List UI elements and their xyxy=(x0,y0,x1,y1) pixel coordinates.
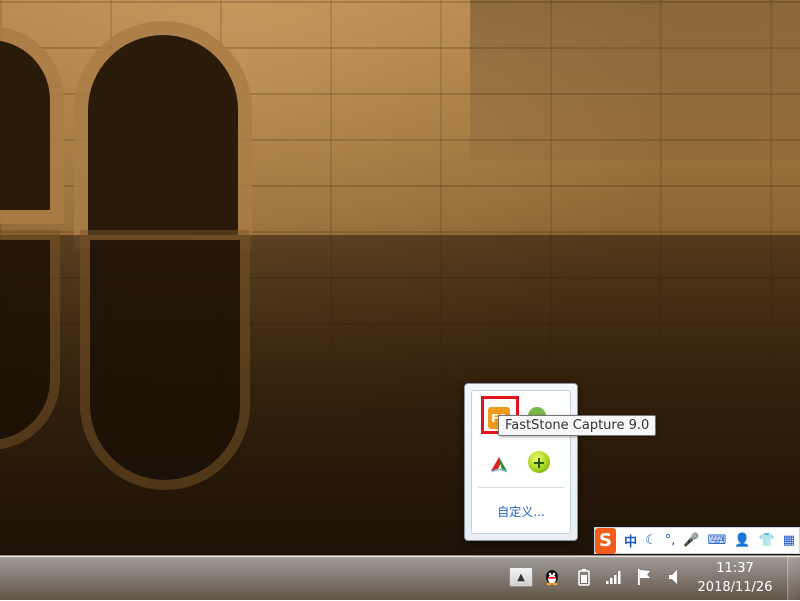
action-center-flag-icon[interactable] xyxy=(635,568,653,586)
desktop-wallpaper xyxy=(0,0,800,555)
network-signal-icon[interactable] xyxy=(605,568,623,586)
system-clock[interactable]: 11:37 2018/11/26 xyxy=(690,559,780,597)
plus-360-icon[interactable]: + xyxy=(528,451,550,473)
ime-mode-chinese[interactable]: 中 xyxy=(624,531,637,550)
show-desktop-button[interactable] xyxy=(787,556,800,601)
sogou-logo-icon[interactable]: S xyxy=(595,527,617,554)
microphone-icon[interactable]: 🎤 xyxy=(683,533,699,548)
half-width-moon-icon[interactable]: ☾ xyxy=(645,533,657,548)
ime-status-bar[interactable]: S 中 ☾ °, 🎤 ⌨ 👤 👕 ▦ xyxy=(594,527,800,554)
battery-plug-icon[interactable] xyxy=(575,568,593,586)
bridge-deck xyxy=(470,0,800,160)
toolbox-icon[interactable]: ▦ xyxy=(783,533,795,548)
punctuation-icon[interactable]: °, xyxy=(665,533,676,548)
skin-shirt-icon[interactable]: 👕 xyxy=(759,533,775,548)
clock-date: 2018/11/26 xyxy=(697,580,773,595)
popup-divider xyxy=(478,487,564,488)
volume-speaker-icon[interactable] xyxy=(665,568,683,586)
user-icon[interactable]: 👤 xyxy=(734,533,750,548)
show-hidden-icons-button[interactable]: ▲ xyxy=(509,567,533,587)
red-a-icon[interactable] xyxy=(488,453,510,475)
taskbar: ▲ 11:37 2018/11/26 xyxy=(0,555,800,601)
keyboard-icon[interactable]: ⌨ xyxy=(708,533,727,548)
tooltip: FastStone Capture 9.0 xyxy=(498,415,657,436)
arch-reflection-center xyxy=(90,240,240,480)
bridge-arch-center xyxy=(88,35,238,235)
clock-time: 11:37 xyxy=(716,561,754,576)
qq-penguin-icon[interactable] xyxy=(543,568,561,586)
customize-link[interactable]: 自定义... xyxy=(472,503,570,520)
